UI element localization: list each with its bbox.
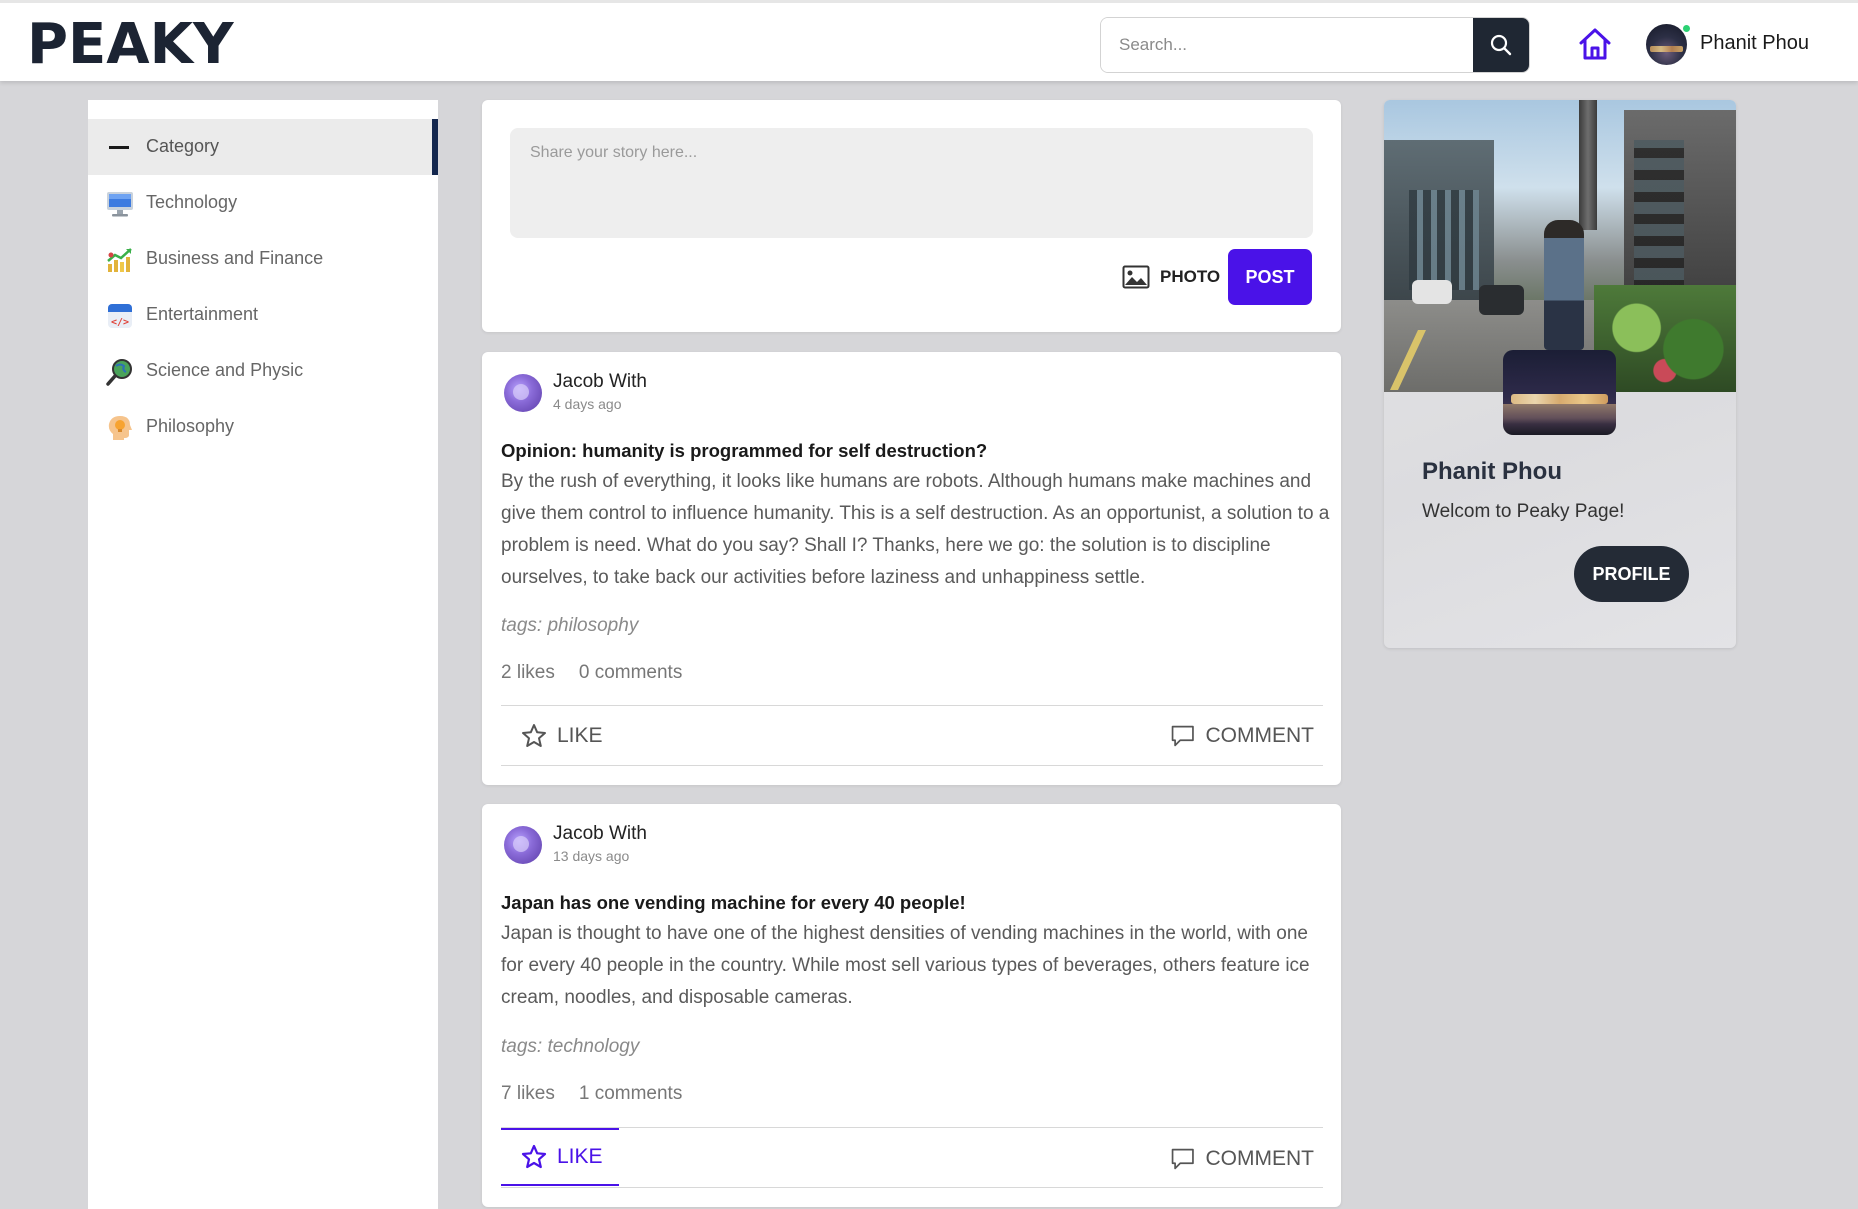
comments-count[interactable]: 0 comments	[579, 662, 682, 684]
online-status-dot	[1682, 24, 1691, 33]
post-time: 4 days ago	[553, 396, 622, 412]
home-icon[interactable]	[1576, 25, 1614, 63]
profile-card: Phanit Phou Welcom to Peaky Page! PROFIL…	[1384, 100, 1736, 648]
profile-button[interactable]: PROFILE	[1574, 546, 1689, 602]
computer-icon	[107, 192, 133, 217]
comment-icon	[1171, 1148, 1194, 1170]
code-window-icon: </>	[108, 304, 132, 328]
sidebar-item-science-physic[interactable]: Science and Physic	[88, 343, 438, 399]
profile-name: Phanit Phou	[1422, 458, 1562, 485]
sidebar-item-technology[interactable]: Technology	[88, 175, 438, 231]
divider	[501, 765, 1323, 766]
sidebar-item-label: Entertainment	[146, 304, 259, 324]
sidebar-item-business-finance[interactable]: Business and Finance	[88, 231, 438, 287]
cover-photo	[1384, 100, 1736, 392]
search-input[interactable]	[1101, 18, 1474, 72]
collapse-dash-icon	[109, 146, 129, 149]
post-button[interactable]: POST	[1228, 249, 1312, 305]
top-navbar: PEAKY Phanit Phou	[0, 0, 1858, 81]
author-avatar[interactable]	[504, 374, 542, 412]
profile-welcome: Welcom to Peaky Page!	[1422, 501, 1625, 522]
like-button[interactable]: LIKE	[501, 1128, 619, 1186]
head-idea-icon	[108, 416, 132, 440]
user-avatar[interactable]	[1646, 24, 1687, 65]
post-tags[interactable]: tags: technology	[501, 1036, 639, 1058]
category-header[interactable]: Category	[88, 119, 438, 175]
chart-money-icon	[107, 248, 132, 272]
post-title: Opinion: humanity is programmed for self…	[501, 440, 988, 461]
comment-label: COMMENT	[1205, 724, 1315, 747]
like-button[interactable]: LIKE	[501, 707, 619, 765]
post-body: By the rush of everything, it looks like…	[501, 471, 1330, 588]
sidebar-item-label: Business and Finance	[146, 248, 324, 268]
search-button[interactable]	[1473, 18, 1529, 72]
star-icon	[521, 1144, 547, 1169]
magnifier-globe-icon	[106, 359, 132, 386]
post-card: Jacob With 13 days ago Japan has one ven…	[482, 804, 1341, 1207]
post-author[interactable]: Jacob With	[553, 371, 647, 393]
sidebar-item-label: Philosophy	[146, 416, 235, 436]
image-icon	[1122, 265, 1150, 289]
sidebar-item-entertainment[interactable]: </> Entertainment	[88, 287, 438, 343]
divider	[501, 1127, 1323, 1128]
search-icon	[1490, 34, 1512, 56]
comment-icon	[1171, 725, 1194, 747]
divider	[501, 1187, 1323, 1188]
star-icon	[522, 724, 546, 747]
comment-button[interactable]: COMMENT	[1154, 707, 1314, 765]
post-author[interactable]: Jacob With	[553, 823, 647, 845]
comments-count[interactable]: 1 comments	[579, 1083, 682, 1105]
svg-text:</>: </>	[111, 317, 129, 328]
post-body: Japan is thought to have one of the high…	[501, 923, 1310, 1008]
photo-button[interactable]: PHOTO	[1102, 252, 1222, 302]
like-label: LIKE	[557, 1145, 603, 1168]
sidebar-item-label: Science and Physic	[146, 360, 304, 380]
divider	[501, 705, 1323, 706]
post-stats: 2 likes 0 comments	[501, 662, 682, 684]
likes-count: 2 likes	[501, 662, 555, 683]
sidebar-item-philosophy[interactable]: Philosophy	[88, 399, 438, 455]
photo-label: PHOTO	[1160, 267, 1221, 286]
profile-avatar[interactable]	[1503, 350, 1616, 435]
post-card: Jacob With 4 days ago Opinion: humanity …	[482, 352, 1341, 785]
category-title: Category	[146, 136, 220, 156]
like-label: LIKE	[557, 724, 603, 747]
post-title: Japan has one vending machine for every …	[501, 892, 966, 913]
comment-button[interactable]: COMMENT	[1154, 1130, 1314, 1188]
comment-label: COMMENT	[1205, 1147, 1315, 1170]
search-bar	[1100, 17, 1530, 73]
author-avatar[interactable]	[504, 826, 542, 864]
category-sidebar: Category Technology Business and Finance	[88, 100, 438, 1209]
likes-count: 7 likes	[501, 1083, 555, 1104]
post-composer: PHOTO POST	[482, 100, 1341, 332]
post-tags[interactable]: tags: philosophy	[501, 615, 638, 637]
post-stats: 7 likes 1 comments	[501, 1083, 682, 1105]
post-time: 13 days ago	[553, 848, 630, 864]
header-username[interactable]: Phanit Phou	[1700, 32, 1809, 55]
sidebar-item-label: Technology	[146, 192, 238, 212]
story-input[interactable]	[510, 128, 1313, 238]
app-logo[interactable]: PEAKY	[27, 15, 234, 75]
